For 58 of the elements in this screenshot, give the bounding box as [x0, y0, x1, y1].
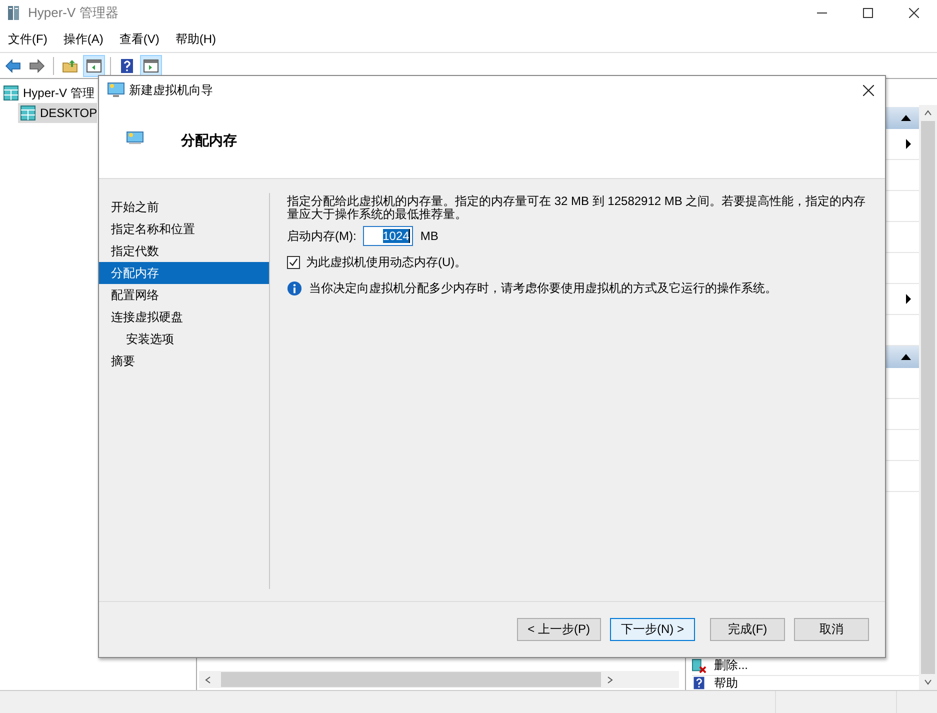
delete-icon	[692, 658, 706, 672]
menu-item[interactable]: 操作(A)	[55, 30, 112, 48]
menu-item[interactable]: 文件(F)	[0, 30, 56, 48]
wizard-step[interactable]: 开始之前	[99, 196, 269, 218]
memory-input[interactable]: 1024	[363, 226, 414, 246]
description-text: 指定分配给此虚拟机的内存量。指定的内存量可在 32 MB 到 12582912 MB 之间。若要提高性能，指定的内存量应大于操作系统的最低推荐量。	[287, 195, 867, 221]
scroll-up-icon[interactable]	[924, 109, 932, 117]
panel-button[interactable]	[83, 54, 105, 76]
panel-icon	[143, 58, 159, 74]
close-icon[interactable]	[909, 8, 919, 18]
dialog-button[interactable]: < 上一步(P)	[516, 618, 601, 641]
dialog-button[interactable]: 取消	[794, 618, 869, 641]
server-icon	[3, 85, 19, 101]
wizard-step[interactable]: 安装选项	[99, 328, 269, 350]
submenu-arrow-icon	[906, 294, 911, 304]
scroll-down-icon[interactable]	[924, 678, 932, 686]
maximize-icon[interactable]	[863, 8, 873, 18]
vertical-scrollbar[interactable]	[919, 105, 937, 690]
checkbox[interactable]	[287, 256, 300, 269]
wizard-step[interactable]: 摘要	[99, 350, 269, 372]
tree-item[interactable]: DESKTOP	[18, 103, 98, 123]
help-icon	[119, 58, 135, 74]
close-icon[interactable]	[863, 84, 874, 96]
server-icon	[6, 5, 22, 21]
tree-item[interactable]: Hyper-V 管理	[0, 83, 94, 103]
page-heading: 分配内存	[181, 132, 237, 150]
wizard-step[interactable]: 指定代数	[99, 240, 269, 262]
forward-arrow-icon	[29, 58, 45, 74]
wizard-step[interactable]: 配置网络	[99, 284, 269, 306]
menu-item[interactable]: 帮助(H)	[167, 30, 224, 48]
folder-icon	[62, 58, 78, 74]
collapse-icon[interactable]	[901, 354, 911, 360]
dialog-title: 新建虚拟机向导	[129, 82, 213, 98]
wizard-step[interactable]: 指定名称和位置	[99, 218, 269, 240]
window-title: Hyper-V 管理器	[28, 4, 118, 22]
field-label: 启动内存(M):	[287, 228, 356, 244]
scroll-left-icon[interactable]	[204, 676, 212, 684]
wizard-step[interactable]: 分配内存	[99, 262, 269, 284]
submenu-arrow-icon	[906, 139, 911, 149]
dialog-button[interactable]: 完成(F)	[710, 618, 785, 641]
help-icon	[692, 676, 706, 690]
collapse-icon[interactable]	[901, 115, 911, 121]
panel-icon	[86, 58, 102, 74]
unit-label: MB	[420, 229, 438, 243]
info-text: 当你决定向虚拟机分配多少内存时，请考虑你要使用虚拟机的方式及它运行的操作系统。	[309, 280, 777, 297]
back-arrow-icon	[5, 58, 21, 74]
menu-item[interactable]: 查看(V)	[111, 30, 168, 48]
action-item[interactable]: 帮助	[692, 676, 919, 690]
panel-button[interactable]	[140, 54, 162, 76]
monitor-icon	[107, 82, 125, 98]
wizard-step[interactable]: 连接虚拟硬盘	[99, 306, 269, 328]
info-icon	[287, 281, 302, 296]
server-icon	[20, 105, 36, 121]
horizontal-scrollbar[interactable]	[199, 671, 679, 688]
dialog-button[interactable]: 下一步(N) >	[610, 618, 695, 641]
monitor-icon	[126, 131, 144, 145]
scroll-right-icon[interactable]	[606, 676, 614, 684]
checkbox-label: 为此虚拟机使用动态内存(U)。	[306, 254, 467, 271]
